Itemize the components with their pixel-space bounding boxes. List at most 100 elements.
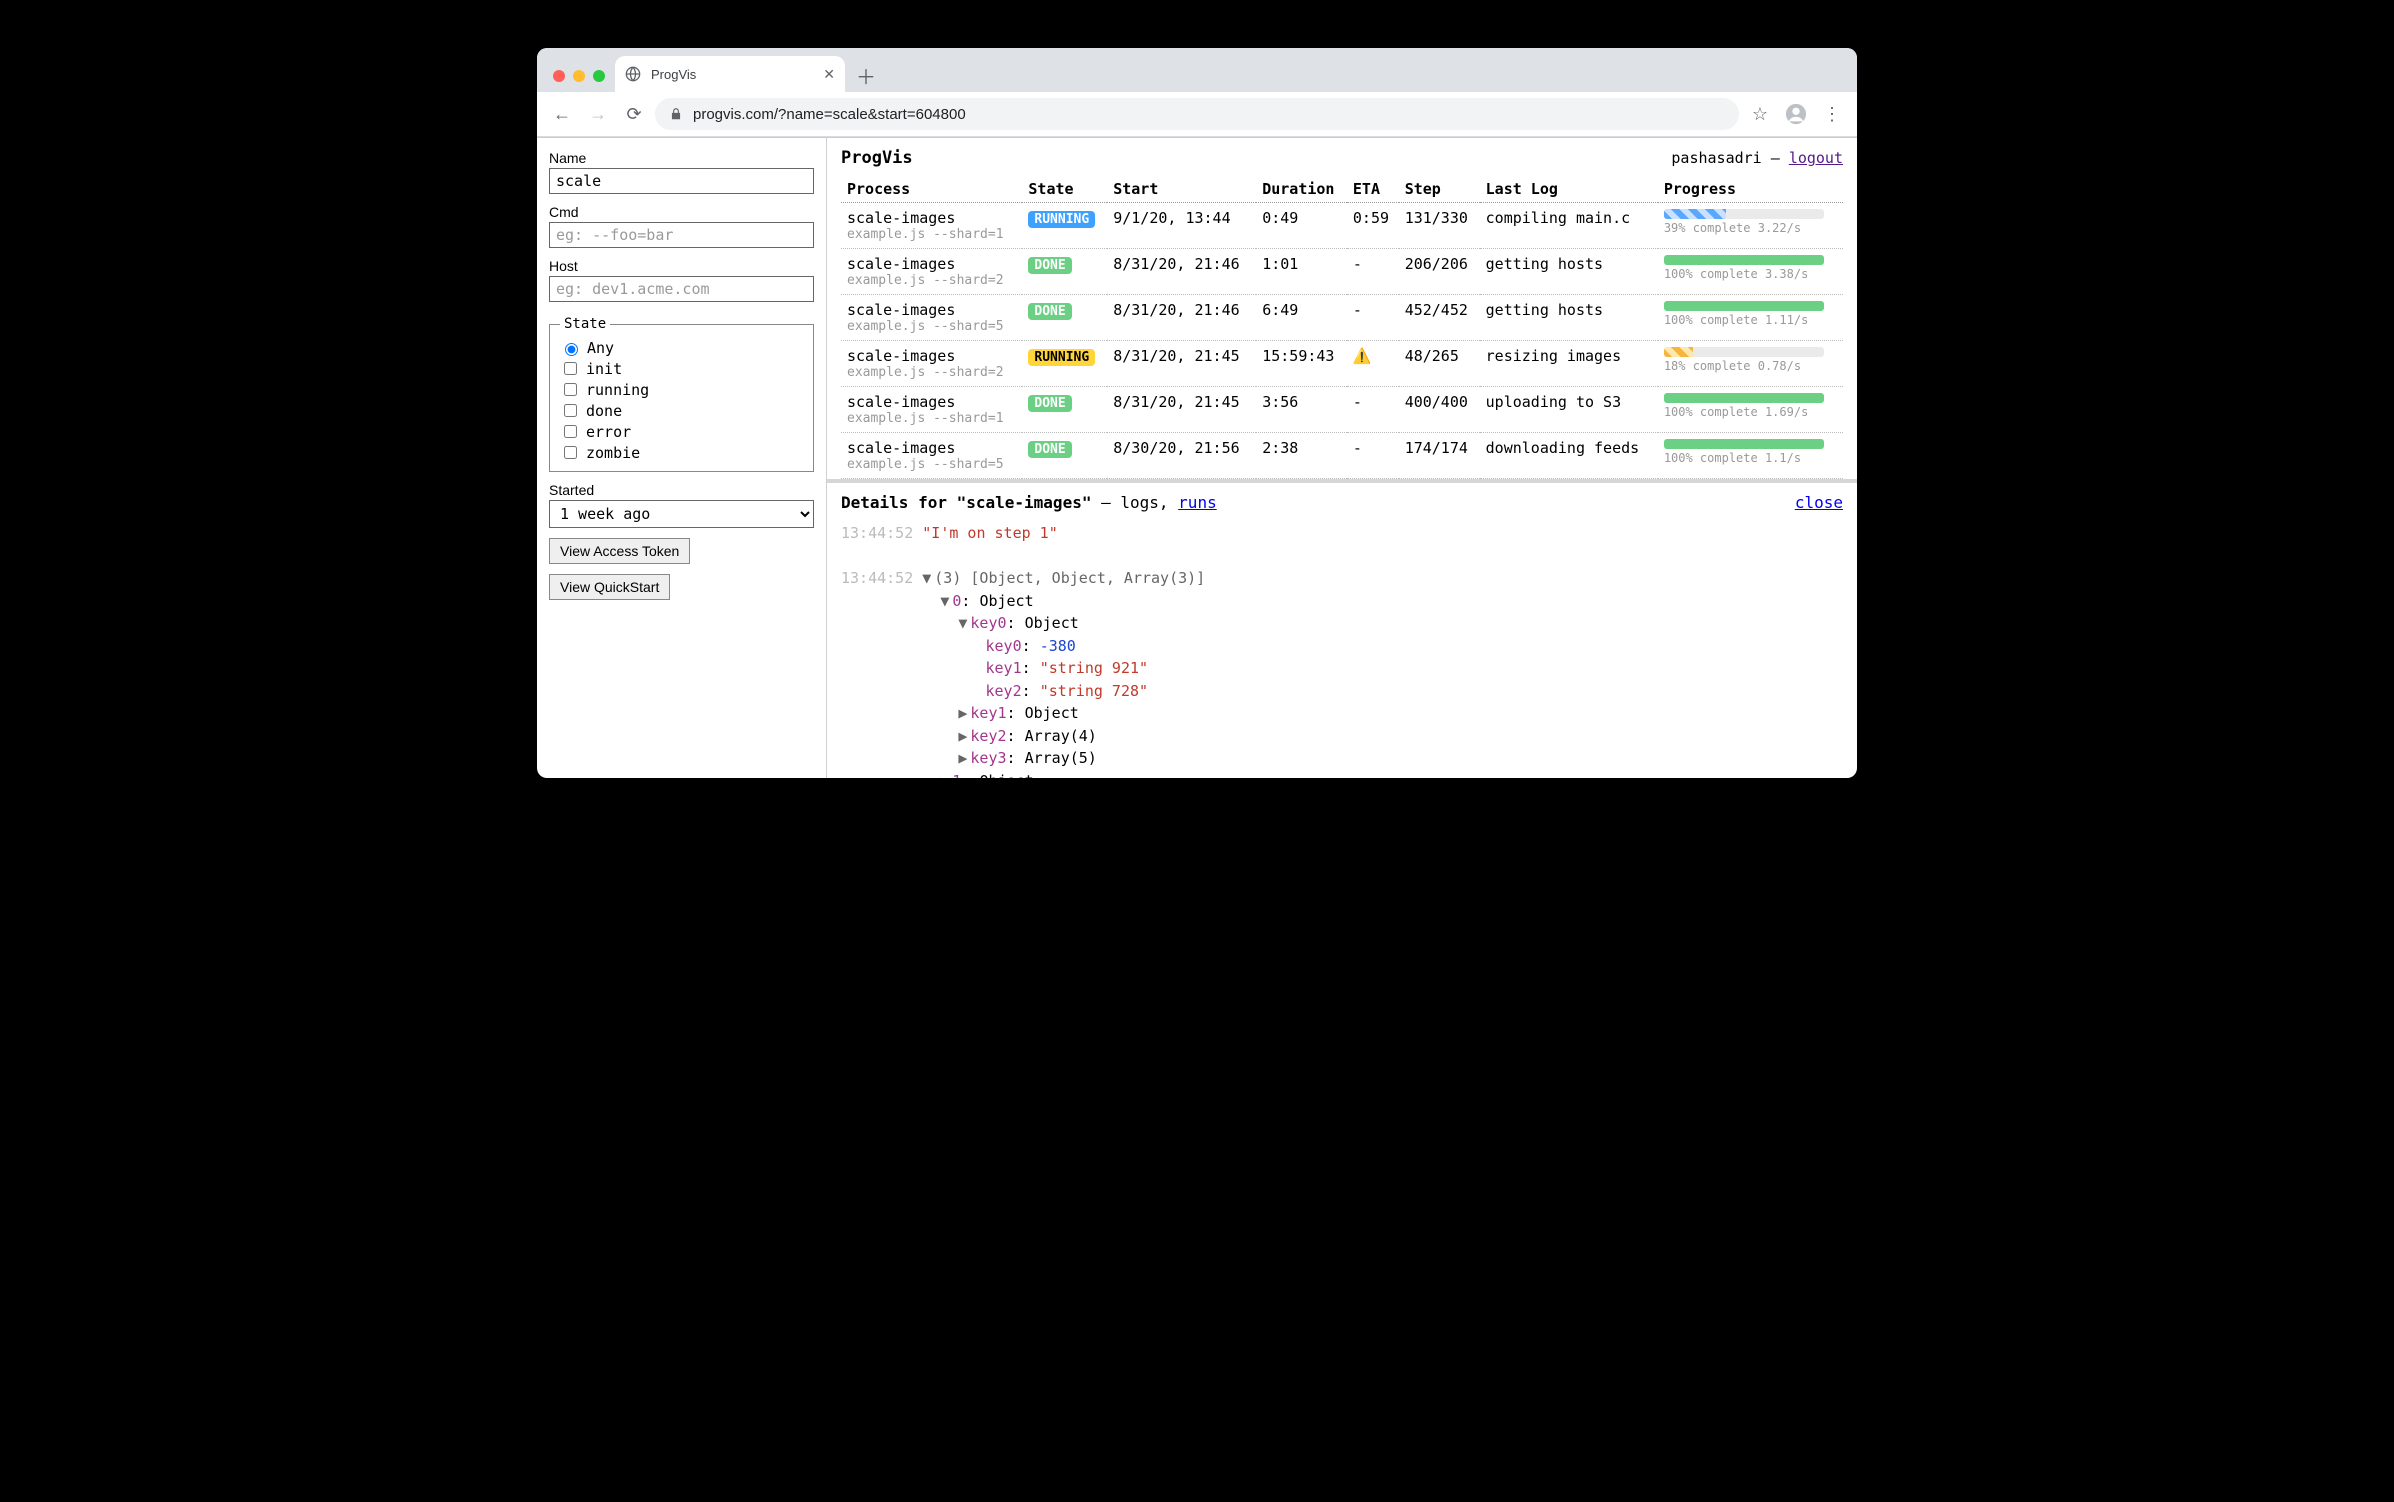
cell-step: 131/330 xyxy=(1399,203,1480,249)
col-start: Start xyxy=(1107,176,1256,203)
url-text: progvis.com/?name=scale&start=604800 xyxy=(693,106,966,123)
bookmark-star-icon[interactable]: ☆ xyxy=(1745,99,1775,129)
tab-close-icon[interactable]: ✕ xyxy=(823,66,835,83)
state-option-done[interactable]: done xyxy=(560,400,803,421)
user-block: pashasadri — logout xyxy=(1671,149,1843,167)
log-tree-node[interactable]: ▶key1: Object xyxy=(841,702,1843,725)
log-line[interactable]: 13:44:52 ▼(3) [Object, Object, Array(3)] xyxy=(841,567,1843,590)
progress-bar xyxy=(1664,255,1824,265)
runs-tab[interactable]: runs xyxy=(1178,493,1217,512)
cell-log: resizing images xyxy=(1480,341,1658,387)
profile-avatar-icon[interactable] xyxy=(1781,99,1811,129)
address-bar[interactable]: progvis.com/?name=scale&start=604800 xyxy=(655,98,1739,130)
state-checkbox-error[interactable] xyxy=(564,425,577,438)
kebab-menu-icon[interactable]: ⋮ xyxy=(1817,99,1847,129)
cell-eta: - xyxy=(1347,295,1399,341)
process-cmd: example.js --shard=2 xyxy=(847,365,1016,380)
cell-start: 9/1/20, 13:44 xyxy=(1107,203,1256,249)
table-row[interactable]: scale-imagesexample.js --shard=1RUNNING9… xyxy=(841,203,1843,249)
host-field: Host xyxy=(549,258,814,302)
cell-step: 174/174 xyxy=(1399,433,1480,479)
log-tree-node[interactable]: ▶key3: Array(5) xyxy=(841,747,1843,770)
state-checkbox-done[interactable] xyxy=(564,404,577,417)
nav-reload-button[interactable]: ⟳ xyxy=(619,99,649,129)
details-close-link[interactable]: close xyxy=(1795,493,1843,512)
log-tree-leaf: key2: "string 728" xyxy=(841,680,1843,703)
window-zoom-icon[interactable] xyxy=(593,70,605,82)
cell-log: downloading feeds xyxy=(1480,433,1658,479)
cell-progress: 39% complete 3.22/s xyxy=(1658,203,1843,249)
view-access-token-button[interactable]: View Access Token xyxy=(549,538,690,564)
state-option-zombie[interactable]: zombie xyxy=(560,442,803,463)
cmd-field: Cmd xyxy=(549,204,814,248)
cell-start: 8/31/20, 21:45 xyxy=(1107,387,1256,433)
table-row[interactable]: scale-imagesexample.js --shard=5DONE8/31… xyxy=(841,295,1843,341)
process-name: scale-images xyxy=(847,393,1016,411)
state-option-running[interactable]: running xyxy=(560,379,803,400)
cell-eta: 0:59 xyxy=(1347,203,1399,249)
window-minimize-icon[interactable] xyxy=(573,70,585,82)
table-row[interactable]: scale-imagesexample.js --shard=2DONE8/31… xyxy=(841,249,1843,295)
cell-eta: - xyxy=(1347,433,1399,479)
nav-forward-button[interactable]: → xyxy=(583,99,613,129)
cell-step: 48/265 xyxy=(1399,341,1480,387)
state-option-label: zombie xyxy=(586,444,640,462)
col-step: Step xyxy=(1399,176,1480,203)
logs-tab[interactable]: logs xyxy=(1120,493,1159,512)
state-option-init[interactable]: init xyxy=(560,358,803,379)
logout-link[interactable]: logout xyxy=(1789,149,1843,167)
log-tree-node[interactable]: ▶1: Object xyxy=(841,770,1843,779)
name-field: Name xyxy=(549,150,814,194)
log-tree-node[interactable]: ▶key2: Array(4) xyxy=(841,725,1843,748)
started-label: Started xyxy=(549,482,814,498)
cell-eta: - xyxy=(1347,387,1399,433)
state-option-any[interactable]: Any xyxy=(560,338,803,358)
browser-window: ProgVis ✕ ＋ ← → ⟳ progvis.com/?name=scal… xyxy=(537,48,1857,778)
log-tree-leaf: key1: "string 921" xyxy=(841,657,1843,680)
new-tab-button[interactable]: ＋ xyxy=(851,60,881,90)
col-state: State xyxy=(1022,176,1107,203)
col-eta: ETA xyxy=(1347,176,1399,203)
cell-progress: 18% complete 0.78/s xyxy=(1658,341,1843,387)
table-row[interactable]: scale-imagesexample.js --shard=5DONE8/30… xyxy=(841,433,1843,479)
progress-text: 100% complete 1.11/s xyxy=(1664,313,1837,327)
cell-duration: 0:49 xyxy=(1256,203,1347,249)
state-legend: State xyxy=(560,316,610,332)
state-option-error[interactable]: error xyxy=(560,421,803,442)
details-title: Details for "scale-images" — logs, runs xyxy=(841,493,1217,512)
log-tree-node[interactable]: ▼key0: Object xyxy=(841,612,1843,635)
state-badge: DONE xyxy=(1028,395,1071,412)
host-input[interactable] xyxy=(549,276,814,302)
name-input[interactable] xyxy=(549,168,814,194)
cell-duration: 3:56 xyxy=(1256,387,1347,433)
state-radio-any[interactable] xyxy=(565,343,578,356)
nav-back-button[interactable]: ← xyxy=(547,99,577,129)
col-process: Process xyxy=(841,176,1022,203)
table-row[interactable]: scale-imagesexample.js --shard=1DONE8/31… xyxy=(841,387,1843,433)
state-badge: DONE xyxy=(1028,441,1071,458)
cmd-label: Cmd xyxy=(549,204,814,220)
cell-log: compiling main.c xyxy=(1480,203,1658,249)
table-header-row: Process State Start Duration ETA Step La… xyxy=(841,176,1843,203)
view-quickstart-button[interactable]: View QuickStart xyxy=(549,574,670,600)
state-option-label: Any xyxy=(587,339,614,357)
main-header: ProgVis pashasadri — logout xyxy=(841,148,1843,168)
started-select[interactable]: 1 week ago xyxy=(549,500,814,528)
browser-tab[interactable]: ProgVis ✕ xyxy=(615,56,845,92)
name-label: Name xyxy=(549,150,814,166)
cell-progress: 100% complete 1.69/s xyxy=(1658,387,1843,433)
state-checkbox-zombie[interactable] xyxy=(564,446,577,459)
app-title: ProgVis xyxy=(841,148,913,168)
state-checkbox-init[interactable] xyxy=(564,362,577,375)
cell-log: uploading to S3 xyxy=(1480,387,1658,433)
progress-text: 100% complete 3.38/s xyxy=(1664,267,1837,281)
log-tree-node[interactable]: ▼0: Object xyxy=(841,590,1843,613)
tab-title: ProgVis xyxy=(651,67,813,82)
state-checkbox-running[interactable] xyxy=(564,383,577,396)
table-row[interactable]: scale-imagesexample.js --shard=2RUNNING8… xyxy=(841,341,1843,387)
cmd-input[interactable] xyxy=(549,222,814,248)
process-name: scale-images xyxy=(847,347,1016,365)
cell-log: getting hosts xyxy=(1480,249,1658,295)
window-close-icon[interactable] xyxy=(553,70,565,82)
state-badge: DONE xyxy=(1028,257,1071,274)
